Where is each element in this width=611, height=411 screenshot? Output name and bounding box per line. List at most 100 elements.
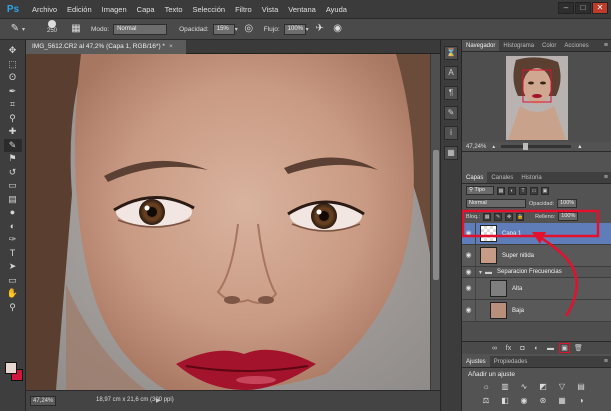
menu-ventana[interactable]: Ventana	[283, 5, 321, 14]
swatches-panel-icon[interactable]: ▦	[444, 146, 458, 160]
tab-acciones[interactable]: Acciones	[560, 40, 592, 51]
minimize-button[interactable]: –	[558, 2, 574, 14]
navigator-zoom-value[interactable]: 47,24%	[466, 144, 486, 150]
slider-knob[interactable]	[523, 143, 529, 150]
menu-seleccion[interactable]: Selección	[188, 5, 231, 14]
layer-name[interactable]: Super nitida	[502, 253, 534, 259]
airbrush-icon[interactable]: ✈	[313, 22, 327, 36]
visibility-eye-icon[interactable]: ◉	[462, 300, 476, 321]
black-white-icon[interactable]: ◧	[499, 396, 511, 406]
layer-kind-filter[interactable]: ⚲ Tipo	[466, 186, 494, 195]
layer-name[interactable]: Baja	[512, 308, 524, 314]
clone-stamp-tool-icon[interactable]: ⚑	[4, 152, 22, 165]
new-layer-icon[interactable]: ▣	[559, 343, 570, 353]
hand-tool-icon[interactable]: ✋	[4, 287, 22, 300]
filter-pixel-icon[interactable]: ▦	[497, 186, 505, 195]
pen-tool-icon[interactable]: ✑	[4, 233, 22, 246]
new-group-icon[interactable]: ▬	[546, 345, 555, 352]
visibility-eye-icon[interactable]: ◉	[462, 245, 476, 266]
scrollbar-thumb[interactable]	[433, 150, 439, 280]
menu-capa[interactable]: Capa	[132, 5, 160, 14]
flow-input[interactable]: 100%	[283, 23, 306, 35]
vibrance-icon[interactable]: ▽	[556, 382, 568, 392]
zoom-out-icon[interactable]: ▴	[492, 144, 495, 150]
fill-input[interactable]: 100%	[558, 212, 579, 221]
brightness-icon[interactable]: ☼	[480, 382, 492, 392]
mode-select[interactable]: Normal	[113, 23, 168, 35]
invert-icon[interactable]: ◑	[575, 396, 587, 406]
layer-row-alta[interactable]: ◉ Alta	[462, 278, 611, 300]
menu-texto[interactable]: Texto	[160, 5, 188, 14]
tab-historia[interactable]: Historia	[517, 172, 545, 183]
curves-icon[interactable]: ∿	[518, 382, 530, 392]
menu-filtro[interactable]: Filtro	[230, 5, 257, 14]
filter-shape-icon[interactable]: ▭	[530, 186, 538, 195]
menu-edicion[interactable]: Edición	[62, 5, 97, 14]
character-panel-icon[interactable]: A	[444, 66, 458, 80]
menu-imagen[interactable]: Imagen	[97, 5, 132, 14]
color-lookup-icon[interactable]: ▦	[556, 396, 568, 406]
quick-select-tool-icon[interactable]: ✒	[4, 85, 22, 98]
tab-propiedades[interactable]: Propiedades	[490, 356, 532, 367]
adjustment-layer-icon[interactable]: ◐	[532, 345, 541, 352]
lock-all-icon[interactable]: 🔒	[516, 212, 525, 221]
lock-transparency-icon[interactable]: ▦	[483, 212, 492, 221]
photo-filter-icon[interactable]: ◉	[518, 396, 530, 406]
document-canvas[interactable]	[26, 54, 430, 390]
visibility-eye-icon[interactable]: ◉	[462, 278, 476, 299]
vertical-scrollbar[interactable]	[430, 54, 440, 390]
eyedropper-tool-icon[interactable]: ⚲	[4, 112, 22, 125]
tab-histograma[interactable]: Histograma	[499, 40, 538, 51]
document-tab[interactable]: IMG_5612.CR2 al 47,2% (Capa 1, RGB/16*) …	[26, 40, 186, 54]
move-tool-icon[interactable]: ✥	[4, 44, 22, 57]
tab-ajustes[interactable]: Ajustes	[462, 356, 490, 367]
brush-tool-icon[interactable]: ✎	[8, 22, 22, 36]
layer-opacity-input[interactable]: 100%	[557, 199, 578, 208]
shape-tool-icon[interactable]: ▭	[4, 274, 22, 287]
blur-tool-icon[interactable]: ●	[4, 206, 22, 219]
navigator-zoom-slider[interactable]	[501, 143, 572, 150]
zoom-in-icon[interactable]: ▲	[577, 144, 582, 150]
tab-capas[interactable]: Capas	[462, 172, 488, 183]
filter-smart-icon[interactable]: ▣	[541, 186, 549, 195]
lock-pixels-icon[interactable]: ✎	[494, 212, 503, 221]
group-expand-icon[interactable]: ▾	[479, 269, 482, 276]
history-panel-icon[interactable]: ⌛	[444, 46, 458, 60]
tab-navegador[interactable]: Navegador	[462, 40, 500, 51]
opacity-dropdown[interactable]: ▾	[235, 26, 238, 33]
path-select-tool-icon[interactable]: ➤	[4, 260, 22, 273]
color-swatches[interactable]	[5, 362, 25, 382]
layer-style-icon[interactable]: fx	[504, 345, 513, 352]
layers-menu-icon[interactable]: ≡	[604, 172, 611, 183]
layer-name[interactable]: Capa 1	[502, 231, 521, 237]
layer-row-baja[interactable]: ◉ Baja	[462, 300, 611, 322]
navigator-thumbnail[interactable]	[506, 56, 568, 140]
layer-row-super-nitida[interactable]: ◉ Super nitida	[462, 245, 611, 267]
marquee-tool-icon[interactable]: ⬚	[4, 58, 22, 71]
visibility-eye-icon[interactable]: ◉	[462, 223, 476, 244]
dodge-tool-icon[interactable]: ◐	[4, 220, 22, 233]
tool-preset-dropdown[interactable]: ▾	[22, 26, 25, 33]
flow-dropdown[interactable]: ▾	[306, 26, 309, 33]
panel-menu-icon[interactable]: ≡	[604, 40, 611, 51]
info-panel-icon[interactable]: i	[444, 126, 458, 140]
zoom-field[interactable]: 47,24%	[30, 396, 56, 406]
zoom-tool-icon[interactable]: ⚲	[4, 301, 22, 314]
hue-saturation-icon[interactable]: ▤	[575, 382, 587, 392]
brush-panel-icon[interactable]: ▦	[69, 22, 83, 36]
type-tool-icon[interactable]: T	[4, 247, 22, 260]
document-close-icon[interactable]: ×	[169, 43, 173, 50]
link-layers-icon[interactable]: ∞	[490, 345, 499, 352]
brush-presets-icon[interactable]: ✎	[444, 106, 458, 120]
layer-name[interactable]: Alta	[512, 286, 522, 292]
history-brush-tool-icon[interactable]: ↺	[4, 166, 22, 179]
eraser-tool-icon[interactable]: ▭	[4, 179, 22, 192]
crop-tool-icon[interactable]: ⌗	[4, 98, 22, 111]
pressure-opacity-icon[interactable]: ◎	[242, 22, 256, 36]
status-menu-arrow-icon[interactable]: ▶	[156, 397, 161, 404]
lock-position-icon[interactable]: ✥	[505, 212, 514, 221]
blend-mode-select[interactable]: Normal	[466, 199, 526, 208]
lasso-tool-icon[interactable]: ʘ	[4, 71, 22, 84]
brush-preset-picker[interactable]: 250	[41, 20, 63, 38]
layer-group-separacion[interactable]: ◉ ▾ ▬ Separacion Frecuencias	[462, 267, 611, 278]
